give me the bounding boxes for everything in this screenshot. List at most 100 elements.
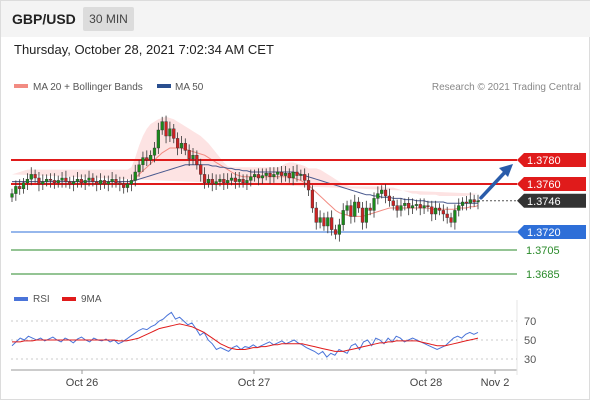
candle-body <box>64 177 68 182</box>
candle-body <box>360 207 365 223</box>
candle-body <box>176 138 180 149</box>
rsi-line <box>11 311 479 358</box>
candle-body <box>310 189 314 209</box>
resistance-label-1: 1.3760 <box>527 179 561 191</box>
candle-body <box>303 174 307 181</box>
pivot-label-3: 1.3720 <box>527 227 561 239</box>
candle-body <box>125 183 130 188</box>
candle-body <box>202 174 207 183</box>
candle-body <box>48 178 53 181</box>
candle-body <box>414 204 418 206</box>
candle-body <box>102 180 107 185</box>
main-legend: MA 20 + Bollinger Bands MA 50 Research ©… <box>14 82 581 93</box>
candle-body <box>41 181 45 185</box>
candle-body <box>403 202 407 206</box>
candle-body <box>399 205 403 211</box>
candle-body <box>52 180 56 183</box>
candle-body <box>37 177 41 185</box>
candle-body <box>172 128 176 139</box>
candle-body <box>306 180 311 191</box>
candle-body <box>430 206 434 215</box>
candle-body <box>195 154 199 165</box>
candle-body <box>45 178 49 182</box>
candle-body <box>187 150 191 159</box>
candle-body <box>341 210 345 225</box>
candle-body <box>160 121 164 131</box>
candle-body <box>95 181 99 185</box>
candle-body <box>122 183 126 188</box>
candle-body <box>380 189 384 194</box>
candle-body <box>464 201 469 204</box>
candle-body <box>210 178 214 185</box>
candle-body <box>318 217 322 223</box>
x-tick-label: Nov 2 <box>481 377 510 389</box>
x-tick-label: Oct 27 <box>238 377 270 389</box>
candle-body <box>364 207 368 223</box>
candle-body <box>141 157 145 166</box>
candle-body <box>441 210 445 215</box>
candle-body <box>87 177 91 181</box>
legend-rsi-label: RSI <box>33 294 50 305</box>
candle-body <box>268 172 272 177</box>
candle-body <box>75 178 80 182</box>
candle-body <box>253 174 257 177</box>
candle-body <box>353 201 357 217</box>
candle-body <box>272 174 276 177</box>
price-chart: MA 20 + Bollinger Bands MA 50 Research ©… <box>10 82 586 389</box>
candle-body <box>437 207 442 211</box>
candle-body <box>260 175 264 179</box>
candle-body <box>29 174 33 180</box>
candle-body <box>395 205 399 211</box>
candle-body <box>276 171 280 175</box>
legend-ma20-label: MA 20 + Bollinger Bands <box>33 82 143 93</box>
candle-body <box>129 180 133 185</box>
candle-body <box>206 178 211 183</box>
candle-body <box>68 181 72 185</box>
candle-body <box>256 174 261 179</box>
x-tick-label: Oct 28 <box>410 377 442 389</box>
candle-body <box>349 205 353 217</box>
legend-9ma-swatch <box>62 297 76 301</box>
x-axis-ticks: Oct 26 Oct 27 Oct 28 Nov 2 <box>66 370 510 389</box>
candle-body <box>453 210 457 223</box>
candle-body <box>218 178 222 182</box>
legend-ma20-swatch <box>14 84 28 88</box>
candle-body <box>56 180 60 183</box>
candle-body <box>422 205 426 209</box>
candle-body <box>137 164 141 173</box>
candle-body <box>168 128 172 137</box>
candle-body <box>229 177 234 181</box>
candle-body <box>191 154 195 159</box>
candle-body <box>118 182 122 185</box>
candle-body <box>330 217 334 230</box>
candle-body <box>434 207 438 215</box>
rsi-legend: RSI 9MA <box>14 294 102 305</box>
candle-body <box>322 217 326 227</box>
candle-body <box>149 154 153 161</box>
candle-body <box>279 171 284 176</box>
candle-body <box>372 198 376 211</box>
candle-body <box>14 186 18 194</box>
candle-body <box>283 172 288 176</box>
candle-body <box>387 195 392 201</box>
candle-body <box>245 180 249 183</box>
candle-body <box>249 176 253 181</box>
rsi-panel: 70 50 30 <box>11 311 536 366</box>
candle-body <box>383 189 388 197</box>
legend-ma50-label: MA 50 <box>175 82 204 93</box>
candle-body <box>291 171 295 179</box>
candle-body <box>164 121 168 137</box>
candle-body <box>133 171 137 181</box>
candle-body <box>295 171 299 176</box>
rsi-tick-label: 30 <box>524 354 536 366</box>
x-tick-label: Oct 26 <box>66 377 98 389</box>
candle-body <box>337 224 341 235</box>
candle-body <box>110 178 114 182</box>
candle-body <box>145 157 149 161</box>
support-label-4: 1.3705 <box>526 245 560 257</box>
candle-body <box>333 229 338 235</box>
credit-text: Research © 2021 Trading Central <box>432 82 581 93</box>
candle-body <box>233 177 237 182</box>
candle-body <box>10 193 14 198</box>
candle-body <box>214 181 218 185</box>
